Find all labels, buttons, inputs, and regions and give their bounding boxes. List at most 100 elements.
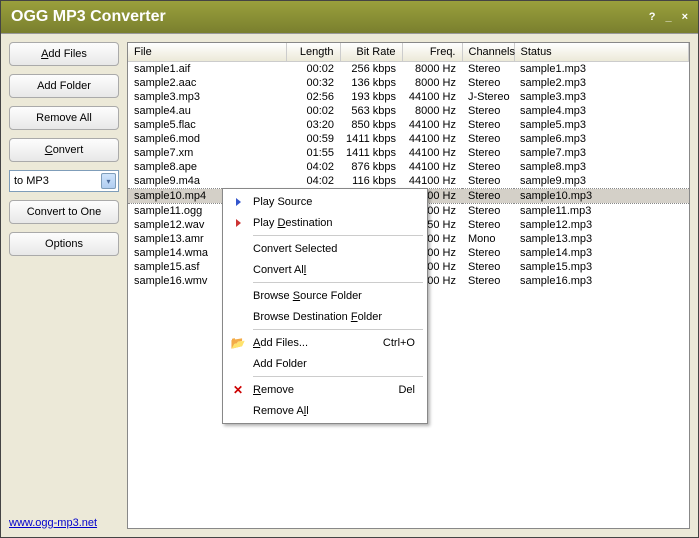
cell-channels: Stereo [462, 146, 514, 160]
close-icon[interactable]: × [682, 11, 688, 23]
cell-channels: Stereo [462, 118, 514, 132]
menu-convert-all[interactable]: Convert All [225, 259, 425, 280]
cell-status: sample8.mp3 [514, 160, 689, 174]
chevron-down-icon: ▾ [101, 173, 116, 189]
format-select-value: to MP3 [14, 175, 49, 187]
cell-file: sample5.flac [128, 118, 286, 132]
cell-bitrate: 563 kbps [340, 104, 402, 118]
app-window: OGG MP3 Converter ? _ × Add Files Add Fo… [0, 0, 699, 538]
menu-browse-destination[interactable]: Browse Destination Folder [225, 306, 425, 327]
cell-channels: Stereo [462, 189, 514, 204]
table-row[interactable]: sample7.xm01:551411 kbps44100 HzStereosa… [128, 146, 689, 160]
convert-to-one-button[interactable]: Convert to One [9, 200, 119, 224]
cell-bitrate: 1411 kbps [340, 146, 402, 160]
menu-remove-all[interactable]: Remove All [225, 400, 425, 421]
cell-file: sample8.ape [128, 160, 286, 174]
cell-status: sample2.mp3 [514, 76, 689, 90]
table-row[interactable]: sample4.au00:02563 kbps8000 HzStereosamp… [128, 104, 689, 118]
cell-freq: 44100 Hz [402, 118, 462, 132]
col-channels[interactable]: Channels [462, 43, 514, 62]
col-bitrate[interactable]: Bit Rate [340, 43, 402, 62]
options-button[interactable]: Options [9, 232, 119, 256]
menu-play-destination[interactable]: Play Destination [225, 212, 425, 233]
cell-status: sample4.mp3 [514, 104, 689, 118]
cell-status: sample5.mp3 [514, 118, 689, 132]
cell-channels: Stereo [462, 274, 514, 288]
remove-all-button[interactable]: Remove All [9, 106, 119, 130]
cell-file: sample6.mod [128, 132, 286, 146]
menu-browse-source[interactable]: Browse Source Folder [225, 285, 425, 306]
help-icon[interactable]: ? [649, 11, 656, 23]
cell-bitrate: 116 kbps [340, 174, 402, 189]
cell-status: sample1.mp3 [514, 62, 689, 77]
cell-freq: 44100 Hz [402, 146, 462, 160]
menu-separator [253, 282, 423, 283]
menu-separator [253, 329, 423, 330]
cell-channels: Mono [462, 232, 514, 246]
cell-length: 00:59 [286, 132, 340, 146]
cell-freq: 8000 Hz [402, 76, 462, 90]
cell-channels: Stereo [462, 62, 514, 77]
format-select[interactable]: to MP3 ▾ [9, 170, 119, 192]
cell-file: sample4.au [128, 104, 286, 118]
cell-freq: 44100 Hz [402, 174, 462, 189]
col-file[interactable]: File [128, 43, 286, 62]
col-status[interactable]: Status [514, 43, 689, 62]
table-row[interactable]: sample6.mod00:591411 kbps44100 HzStereos… [128, 132, 689, 146]
cell-length: 01:55 [286, 146, 340, 160]
col-freq[interactable]: Freq. [402, 43, 462, 62]
cell-length: 03:20 [286, 118, 340, 132]
cell-channels: Stereo [462, 76, 514, 90]
cell-freq: 8000 Hz [402, 104, 462, 118]
cell-length: 00:02 [286, 62, 340, 77]
context-menu: Play Source Play Destination Convert Sel… [222, 188, 428, 424]
add-files-button[interactable]: Add Files [9, 42, 119, 66]
cell-status: sample10.mp3 [514, 189, 689, 204]
minimize-icon[interactable]: _ [665, 11, 671, 23]
menu-remove[interactable]: ✕ Remove Del [225, 379, 425, 400]
cell-bitrate: 193 kbps [340, 90, 402, 104]
cell-bitrate: 1411 kbps [340, 132, 402, 146]
cell-length: 00:32 [286, 76, 340, 90]
table-row[interactable]: sample3.mp302:56193 kbps44100 HzJ-Stereo… [128, 90, 689, 104]
cell-channels: Stereo [462, 260, 514, 274]
sidebar: Add Files Add Folder Remove All Convert … [9, 42, 119, 529]
table-row[interactable]: sample2.aac00:32136 kbps8000 HzStereosam… [128, 76, 689, 90]
menu-convert-selected[interactable]: Convert Selected [225, 238, 425, 259]
col-length[interactable]: Length [286, 43, 340, 62]
cell-file: sample1.aif [128, 62, 286, 77]
cell-freq: 44100 Hz [402, 132, 462, 146]
cell-status: sample14.mp3 [514, 246, 689, 260]
cell-bitrate: 850 kbps [340, 118, 402, 132]
menu-play-source[interactable]: Play Source [225, 191, 425, 212]
convert-button[interactable]: Convert [9, 138, 119, 162]
website-link[interactable]: www.ogg-mp3.net [9, 517, 119, 529]
cell-file: sample7.xm [128, 146, 286, 160]
cell-length: 04:02 [286, 160, 340, 174]
cell-status: sample12.mp3 [514, 218, 689, 232]
cell-freq: 44100 Hz [402, 160, 462, 174]
menu-add-files[interactable]: 📂 Add Files... Ctrl+O [225, 332, 425, 353]
cell-bitrate: 256 kbps [340, 62, 402, 77]
titlebar: OGG MP3 Converter ? _ × [1, 1, 698, 33]
add-folder-button[interactable]: Add Folder [9, 74, 119, 98]
cell-status: sample13.mp3 [514, 232, 689, 246]
cell-length: 04:02 [286, 174, 340, 189]
cell-freq: 8000 Hz [402, 62, 462, 77]
table-row[interactable]: sample5.flac03:20850 kbps44100 HzStereos… [128, 118, 689, 132]
menu-add-folder[interactable]: Add Folder [225, 353, 425, 374]
cell-status: sample9.mp3 [514, 174, 689, 189]
delete-icon: ✕ [225, 383, 251, 397]
table-row[interactable]: sample9.m4a04:02116 kbps44100 HzStereosa… [128, 174, 689, 189]
table-row[interactable]: sample1.aif00:02256 kbps8000 HzStereosam… [128, 62, 689, 77]
cell-channels: Stereo [462, 160, 514, 174]
cell-channels: J-Stereo [462, 90, 514, 104]
cell-status: sample7.mp3 [514, 146, 689, 160]
app-title: OGG MP3 Converter [11, 8, 649, 26]
menu-separator [253, 376, 423, 377]
cell-channels: Stereo [462, 204, 514, 219]
cell-bitrate: 876 kbps [340, 160, 402, 174]
cell-status: sample6.mp3 [514, 132, 689, 146]
table-row[interactable]: sample8.ape04:02876 kbps44100 HzStereosa… [128, 160, 689, 174]
cell-length: 00:02 [286, 104, 340, 118]
